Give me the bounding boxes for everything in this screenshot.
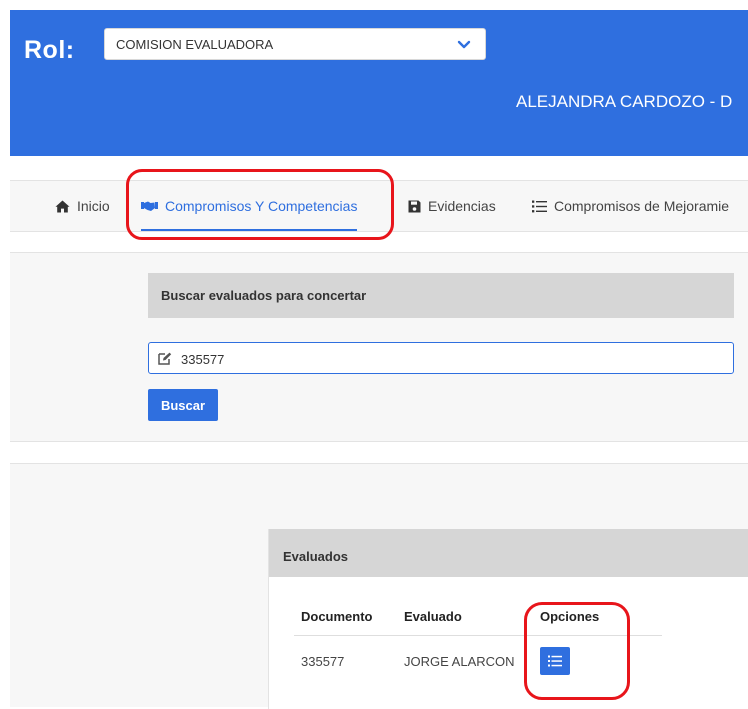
list-icon — [532, 200, 547, 212]
save-icon — [408, 200, 421, 212]
role-select[interactable]: COMISION EVALUADORA — [104, 28, 486, 60]
search-panel: Buscar evaluados para concertar Buscar — [10, 252, 748, 442]
nav-item-inicio[interactable]: Inicio — [55, 181, 110, 231]
nav-item-label: Inicio — [77, 198, 110, 214]
evaluados-title: Evaluados — [269, 529, 748, 577]
chevron-down-icon — [457, 40, 471, 49]
evaluados-panel: Evaluados Documento Evaluado Opciones 33… — [268, 529, 748, 709]
user-name: ALEJANDRA CARDOZO - D — [516, 92, 733, 111]
nav-item-compromisos-mejoramiento[interactable]: Compromisos de Mejoramie — [532, 181, 729, 231]
table-header-divider — [294, 635, 662, 636]
handshake-icon — [141, 201, 158, 211]
main-nav: Inicio Compromisos Y Competencias Eviden… — [10, 180, 748, 232]
search-panel-title: Buscar evaluados para concertar — [148, 273, 734, 318]
nav-item-compromisos-competencias[interactable]: Compromisos Y Competencias — [141, 181, 358, 231]
nav-item-evidencias[interactable]: Evidencias — [408, 181, 496, 231]
list-icon — [548, 655, 562, 667]
role-label: Rol: — [24, 36, 75, 64]
nav-item-label: Compromisos de Mejoramie — [554, 198, 730, 214]
cell-evaluado: JORGE ALARCON — [404, 654, 515, 669]
role-select-value: COMISION EVALUADORA — [116, 37, 274, 52]
nav-item-label: Evidencias — [428, 198, 496, 214]
column-header-opciones: Opciones — [540, 609, 600, 624]
search-input-wrapper[interactable] — [148, 342, 734, 374]
search-input[interactable] — [179, 347, 723, 371]
options-button[interactable] — [540, 647, 570, 675]
results-section: Evaluados Documento Evaluado Opciones 33… — [10, 463, 748, 709]
column-header-evaluado: Evaluado — [404, 609, 462, 624]
edit-icon — [158, 352, 172, 365]
home-icon — [55, 200, 70, 212]
column-header-documento: Documento — [301, 609, 373, 624]
cell-documento: 335577 — [301, 654, 345, 669]
search-button[interactable]: Buscar — [148, 389, 218, 421]
nav-item-label: Compromisos Y Competencias — [165, 198, 358, 214]
app-header: Rol: COMISION EVALUADORA ALEJANDRA CARDO… — [10, 10, 748, 156]
